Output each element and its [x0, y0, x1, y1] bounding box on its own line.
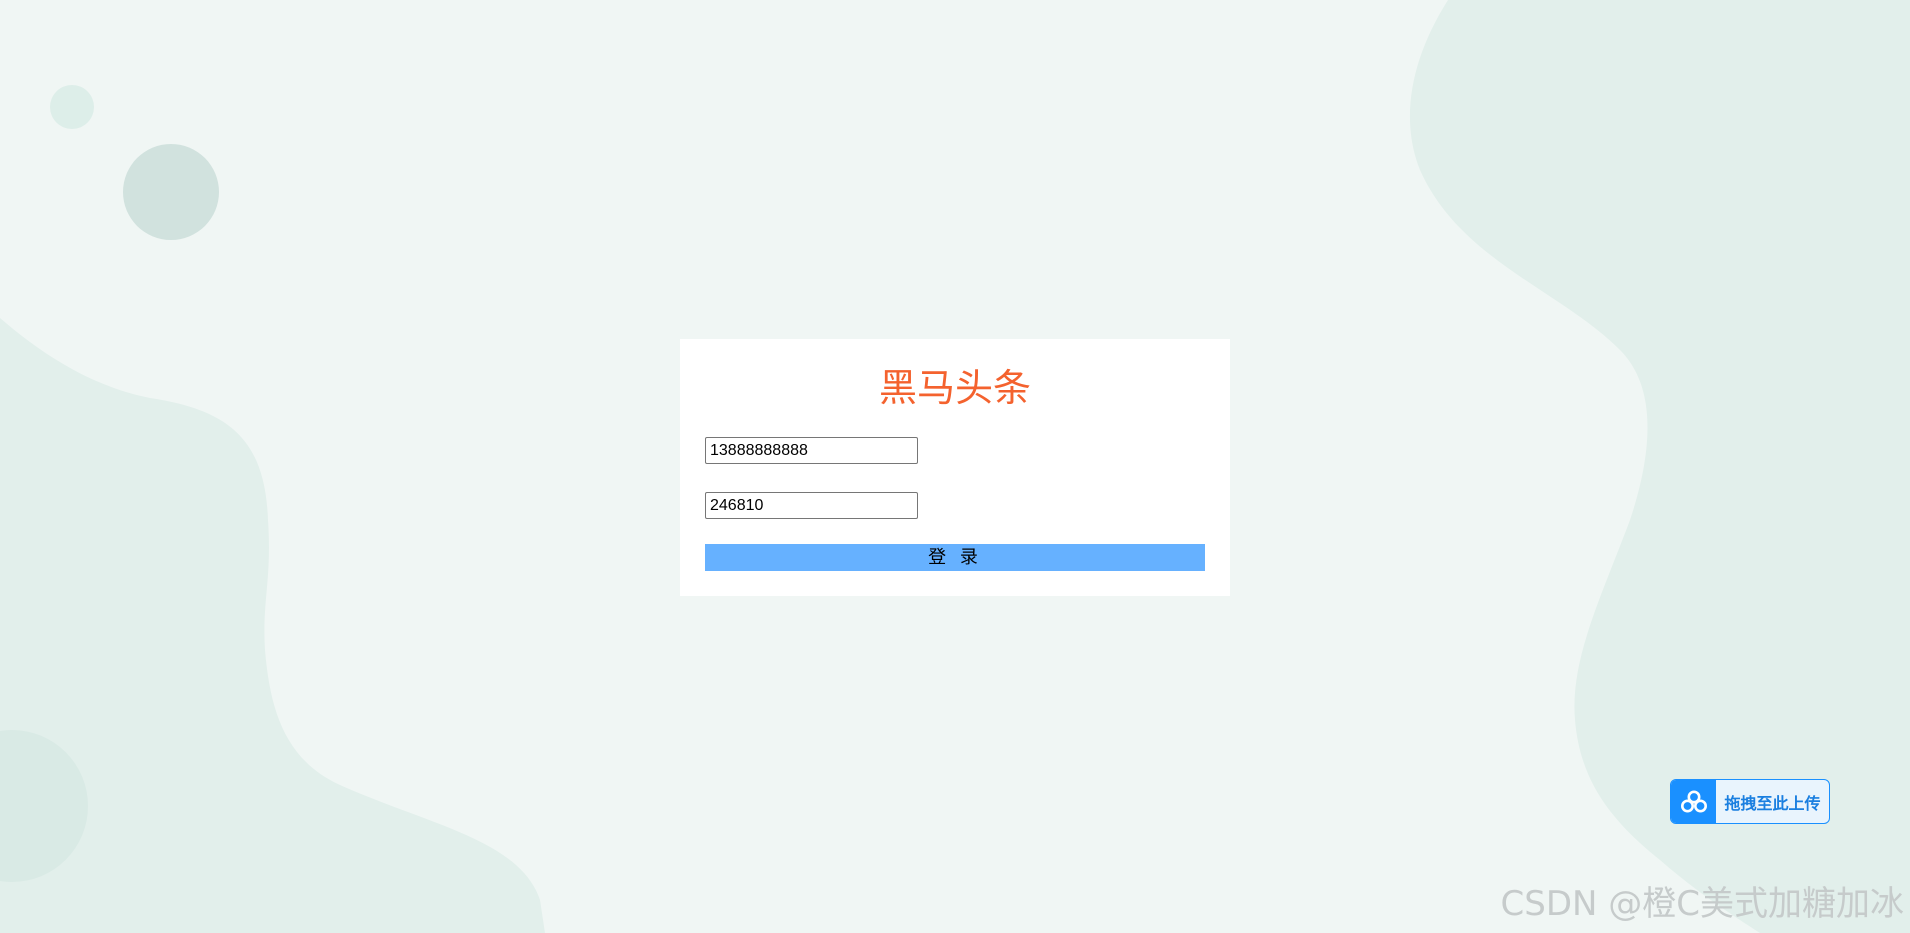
login-page: 黑马头条 登 录 拖拽至此上传 CSDN @橙C美式加糖加冰 [0, 0, 1910, 933]
cloud-icon [1671, 780, 1716, 823]
app-title: 黑马头条 [878, 366, 1031, 410]
drag-upload-widget[interactable]: 拖拽至此上传 [1670, 779, 1830, 824]
watermark-text: CSDN @橙C美式加糖加冰 [1500, 884, 1904, 924]
phone-input[interactable] [705, 437, 918, 464]
login-button[interactable]: 登 录 [705, 544, 1205, 571]
verification-code-input[interactable] [705, 492, 918, 519]
login-card: 黑马头条 登 录 [680, 339, 1230, 596]
upload-label: 拖拽至此上传 [1724, 793, 1821, 813]
